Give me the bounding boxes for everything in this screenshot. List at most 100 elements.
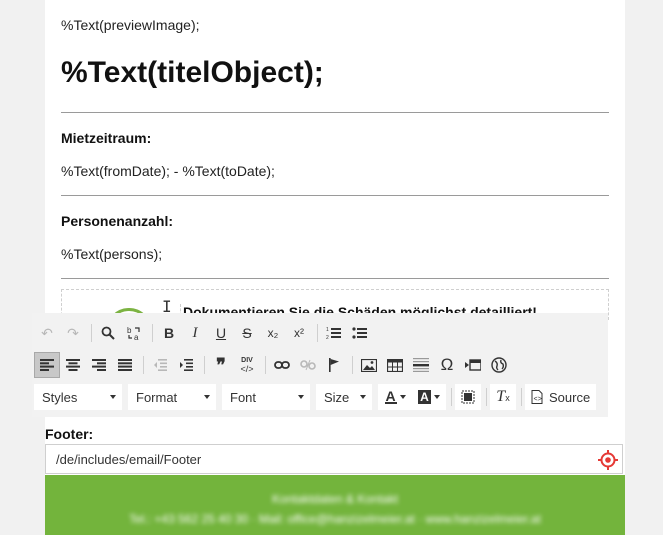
- align-right-icon: [92, 359, 106, 371]
- bg-color-button[interactable]: A: [412, 384, 446, 410]
- toolbar-separator: [143, 356, 144, 374]
- toolbar-separator: [91, 324, 92, 342]
- divider: [61, 112, 609, 113]
- indent-button[interactable]: [173, 352, 199, 378]
- bold-icon: B: [163, 325, 175, 341]
- language-button[interactable]: [486, 352, 512, 378]
- underline-icon: U: [215, 325, 227, 341]
- remove-format-button[interactable]: Tx: [490, 384, 516, 410]
- indent-icon: [180, 359, 193, 371]
- superscript-button[interactable]: x²: [286, 320, 312, 346]
- source-button[interactable]: <> Source: [525, 384, 597, 410]
- font-dropdown[interactable]: Font: [222, 384, 310, 410]
- clear-format-icon: Tx: [496, 388, 510, 405]
- italic-icon: I: [192, 324, 198, 341]
- chevron-down-icon: [433, 395, 440, 399]
- svg-text:a: a: [134, 333, 139, 341]
- svg-text:<>: <>: [534, 396, 542, 404]
- replace-icon: ba: [127, 326, 140, 341]
- strikethrough-button[interactable]: S: [234, 320, 260, 346]
- toolbar-separator: [265, 356, 266, 374]
- source-icon: <>: [531, 390, 543, 404]
- bold-button[interactable]: B: [156, 320, 182, 346]
- table-button[interactable]: [382, 352, 408, 378]
- outdent-button[interactable]: [147, 352, 173, 378]
- div-icon: DIV </>: [240, 357, 254, 374]
- anchor-button[interactable]: [321, 352, 347, 378]
- image-icon: [361, 358, 377, 372]
- toolbar-separator: [204, 356, 205, 374]
- chevron-down-icon: [360, 395, 366, 399]
- align-justify-button[interactable]: [112, 352, 138, 378]
- toolbar-row-2: ❞ DIV </> Ω: [34, 352, 514, 378]
- styles-dropdown[interactable]: Styles: [34, 384, 122, 410]
- special-char-button[interactable]: Ω: [434, 352, 460, 378]
- toolbar-separator: [521, 388, 522, 406]
- svg-text:1: 1: [326, 327, 329, 333]
- chevron-down-icon: [399, 395, 406, 399]
- toolbar-separator: [486, 388, 487, 406]
- text-color-button[interactable]: A: [378, 384, 412, 410]
- blockquote-button[interactable]: ❞: [208, 352, 234, 378]
- editor-toolbar: ↶ ↷ ba B I U S x₂ x² 12 ❞ DIV </> Ω Styl…: [32, 313, 608, 417]
- size-label: Size: [324, 389, 350, 405]
- preview-image-placeholder: %Text(previewImage);: [61, 17, 200, 33]
- show-blocks-button[interactable]: [455, 384, 481, 410]
- persons-value: %Text(persons);: [61, 246, 163, 262]
- unlink-button[interactable]: [295, 352, 321, 378]
- text-color-icon: A: [384, 388, 397, 404]
- underline-button[interactable]: U: [208, 320, 234, 346]
- size-dropdown[interactable]: Size: [316, 384, 372, 410]
- footer-contact-heading: Kontaktdaten & Kontakt: [271, 492, 399, 506]
- superscript-icon: x²: [294, 326, 304, 340]
- strikethrough-icon: S: [242, 325, 252, 341]
- iframe-button[interactable]: [460, 352, 486, 378]
- show-blocks-icon: [461, 390, 475, 404]
- search-icon: [101, 326, 115, 340]
- align-right-button[interactable]: [86, 352, 112, 378]
- outdent-icon: [154, 359, 167, 371]
- omega-icon: Ω: [440, 355, 454, 374]
- subscript-icon: x₂: [267, 326, 279, 340]
- flag-icon: [329, 358, 339, 372]
- numbered-list-icon: 12: [326, 327, 341, 340]
- link-button[interactable]: [269, 352, 295, 378]
- horizontal-rule-button[interactable]: [408, 352, 434, 378]
- chevron-down-icon: [110, 395, 116, 399]
- redo-button[interactable]: ↷: [60, 320, 86, 346]
- toolbar-separator: [451, 388, 452, 406]
- globe-icon: [491, 357, 507, 373]
- table-icon: [387, 358, 403, 372]
- styles-label: Styles: [42, 389, 78, 405]
- toolbar-row-1: ↶ ↷ ba B I U S x₂ x² 12: [34, 320, 375, 346]
- quote-icon: ❞: [216, 354, 226, 375]
- email-footer-preview: Kontaktdaten & Kontakt Tel.: +43 562 25 …: [45, 475, 625, 535]
- bulleted-list-button[interactable]: [347, 320, 373, 346]
- align-left-button[interactable]: [34, 352, 60, 378]
- source-label: Source: [549, 389, 591, 405]
- numbered-list-button[interactable]: 12: [321, 320, 347, 346]
- footer-path-field: [45, 444, 623, 474]
- subscript-button[interactable]: x₂: [260, 320, 286, 346]
- align-center-button[interactable]: [60, 352, 86, 378]
- toolbar-separator: [317, 324, 318, 342]
- create-div-button[interactable]: DIV </>: [234, 352, 260, 378]
- svg-text:b: b: [127, 326, 132, 335]
- title-placeholder: %Text(titelObject);: [61, 56, 324, 89]
- unlink-icon: [300, 359, 316, 371]
- find-button[interactable]: [95, 320, 121, 346]
- image-button[interactable]: [356, 352, 382, 378]
- italic-button[interactable]: I: [182, 320, 208, 346]
- undo-icon: ↶: [41, 324, 53, 341]
- undo-button[interactable]: ↶: [34, 320, 60, 346]
- align-center-icon: [66, 359, 80, 371]
- format-dropdown[interactable]: Format: [128, 384, 216, 410]
- link-icon: [274, 361, 290, 369]
- replace-button[interactable]: ba: [121, 320, 147, 346]
- target-icon[interactable]: [598, 450, 618, 470]
- footer-path-input[interactable]: [46, 445, 596, 473]
- chevron-down-icon: [204, 395, 210, 399]
- font-label: Font: [230, 389, 257, 405]
- toolbar-row-3: Styles Format Font Size A A Tx <> Source: [34, 384, 597, 410]
- footer-label: Footer:: [45, 426, 94, 442]
